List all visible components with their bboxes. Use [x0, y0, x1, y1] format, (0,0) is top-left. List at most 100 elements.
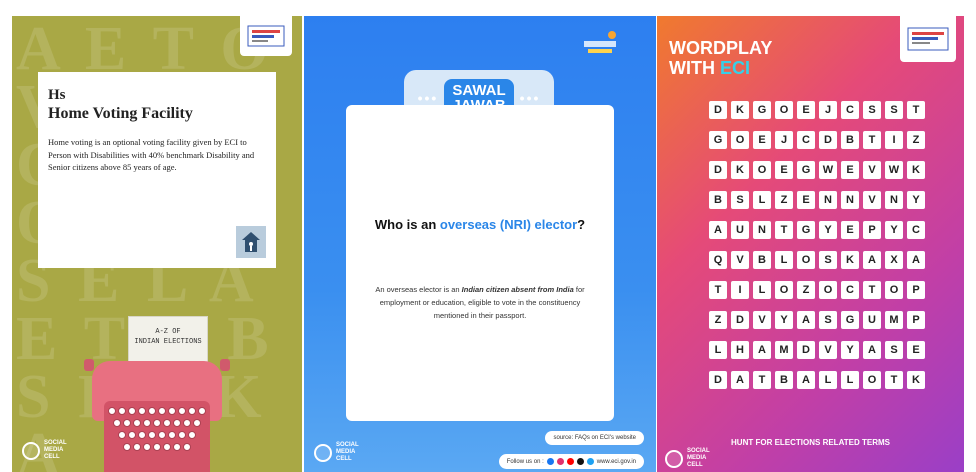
facebook-icon[interactable]: [546, 458, 554, 465]
grid-cell: V: [863, 191, 881, 209]
grid-cell: J: [819, 101, 837, 119]
grid-cell: O: [775, 101, 793, 119]
hunt-caption: HUNT FOR ELECTIONS RELATED TERMS: [731, 438, 890, 447]
vote-icon: [22, 441, 40, 460]
grid-cell: E: [841, 161, 859, 179]
grid-cell: K: [907, 371, 925, 389]
grid-cell: V: [819, 341, 837, 359]
grid-cell: B: [709, 191, 727, 209]
youtube-icon[interactable]: [566, 458, 574, 465]
grid-cell: O: [885, 281, 903, 299]
answer-bold: Indian citizen absent from India: [461, 285, 574, 294]
eci-logo: [900, 16, 956, 62]
grid-cell: V: [731, 251, 749, 269]
grid-cell: L: [753, 281, 771, 299]
eci-logo: [580, 24, 620, 64]
grid-cell: W: [885, 161, 903, 179]
grid-cell: G: [709, 131, 727, 149]
grid-cell: L: [841, 371, 859, 389]
threads-icon[interactable]: [576, 458, 584, 465]
grid-cell: C: [907, 221, 925, 239]
grid-cell: N: [753, 221, 771, 239]
grid-cell: G: [797, 221, 815, 239]
question-text: Who is an overseas (NRI) elector?: [346, 217, 614, 232]
card-heading-line1: Hs: [48, 87, 66, 103]
grid-cell: E: [907, 341, 925, 359]
grid-cell: Y: [775, 311, 793, 329]
grid-cell: T: [775, 221, 793, 239]
cell-logo-line3: CELL: [687, 462, 703, 468]
grid-cell: Z: [775, 191, 793, 209]
grid-cell: S: [885, 341, 903, 359]
grid-cell: P: [907, 311, 925, 329]
grid-cell: D: [819, 131, 837, 149]
grid-cell: O: [775, 281, 793, 299]
grid-cell: O: [731, 131, 749, 149]
grid-cell: M: [775, 341, 793, 359]
grid-cell: C: [841, 281, 859, 299]
paper-line2: INDIAN ELECTIONS: [134, 338, 202, 346]
grid-cell: N: [841, 191, 859, 209]
cell-logo-line3: CELL: [336, 456, 352, 462]
grid-cell: X: [885, 251, 903, 269]
grid-cell: K: [907, 161, 925, 179]
qa-card: Who is an overseas (NRI) elector? An ove…: [346, 105, 614, 421]
cell-logo-line2: MEDIA: [44, 447, 64, 453]
grid-cell: P: [863, 221, 881, 239]
x-icon[interactable]: [586, 458, 594, 465]
word-search-grid: DKGOEJCSSTGOEJCDBTIZDKOEGWEVWKBSLZENNVNY…: [709, 101, 925, 389]
grid-cell: E: [775, 161, 793, 179]
cell-logo-line2: MEDIA: [687, 455, 707, 461]
social-media-cell-logo: SOCIAL MEDIA CELL: [665, 448, 710, 469]
grid-cell: E: [797, 101, 815, 119]
title-line2-prefix: WITH: [669, 58, 720, 78]
card-heading-title: Home Voting Facility: [48, 105, 193, 122]
grid-cell: B: [753, 251, 771, 269]
grid-cell: A: [863, 251, 881, 269]
grid-cell: L: [819, 371, 837, 389]
grid-cell: Y: [907, 191, 925, 209]
grid-cell: T: [753, 371, 771, 389]
typewriter-knob-left: [84, 359, 94, 371]
grid-cell: P: [907, 281, 925, 299]
wordplay-title: WORDPLAY WITH ECI: [669, 38, 772, 78]
grid-cell: A: [709, 221, 727, 239]
grid-cell: Y: [819, 221, 837, 239]
grid-cell: U: [863, 311, 881, 329]
grid-cell: G: [753, 101, 771, 119]
cell-logo-line3: CELL: [44, 454, 60, 460]
grid-cell: L: [775, 251, 793, 269]
grid-cell: A: [797, 371, 815, 389]
home-voting-icon: [236, 226, 266, 258]
grid-cell: B: [775, 371, 793, 389]
answer-part1: An overseas elector is an: [375, 285, 462, 294]
grid-cell: Y: [885, 221, 903, 239]
grid-cell: T: [885, 371, 903, 389]
typewriter-knob-right: [220, 359, 230, 371]
grid-cell: N: [819, 191, 837, 209]
grid-cell: K: [731, 161, 749, 179]
grid-cell: L: [709, 341, 727, 359]
title-line2: WITH ECI: [669, 58, 772, 78]
follow-label: Follow us on :: [506, 458, 544, 465]
panel-home-voting: A E T O V Q S R C E T A O I V K S E L A …: [12, 16, 302, 472]
instagram-icon[interactable]: [556, 458, 564, 465]
paper-line1: A-Z OF: [155, 328, 181, 336]
grid-cell: Z: [797, 281, 815, 299]
grid-cell: D: [709, 161, 727, 179]
dots-right-icon: •••: [519, 90, 541, 106]
grid-cell: Y: [841, 341, 859, 359]
dots-left-icon: •••: [417, 90, 439, 106]
social-media-cell-logo: SOCIAL MEDIA CELL: [314, 442, 359, 463]
grid-cell: C: [797, 131, 815, 149]
panel-wordplay: WORDPLAY WITH ECI DKGOEJCSSTGOEJCDBTIZDK…: [657, 16, 964, 472]
cell-logo-line1: SOCIAL: [687, 448, 710, 454]
website-link[interactable]: www.eci.gov.in: [597, 459, 636, 465]
grid-cell: D: [797, 341, 815, 359]
grid-cell: V: [753, 311, 771, 329]
grid-cell: U: [731, 221, 749, 239]
badge-line1: SAWAL: [452, 82, 506, 99]
grid-cell: O: [819, 281, 837, 299]
question-suffix: ?: [577, 217, 586, 232]
grid-cell: Q: [709, 251, 727, 269]
